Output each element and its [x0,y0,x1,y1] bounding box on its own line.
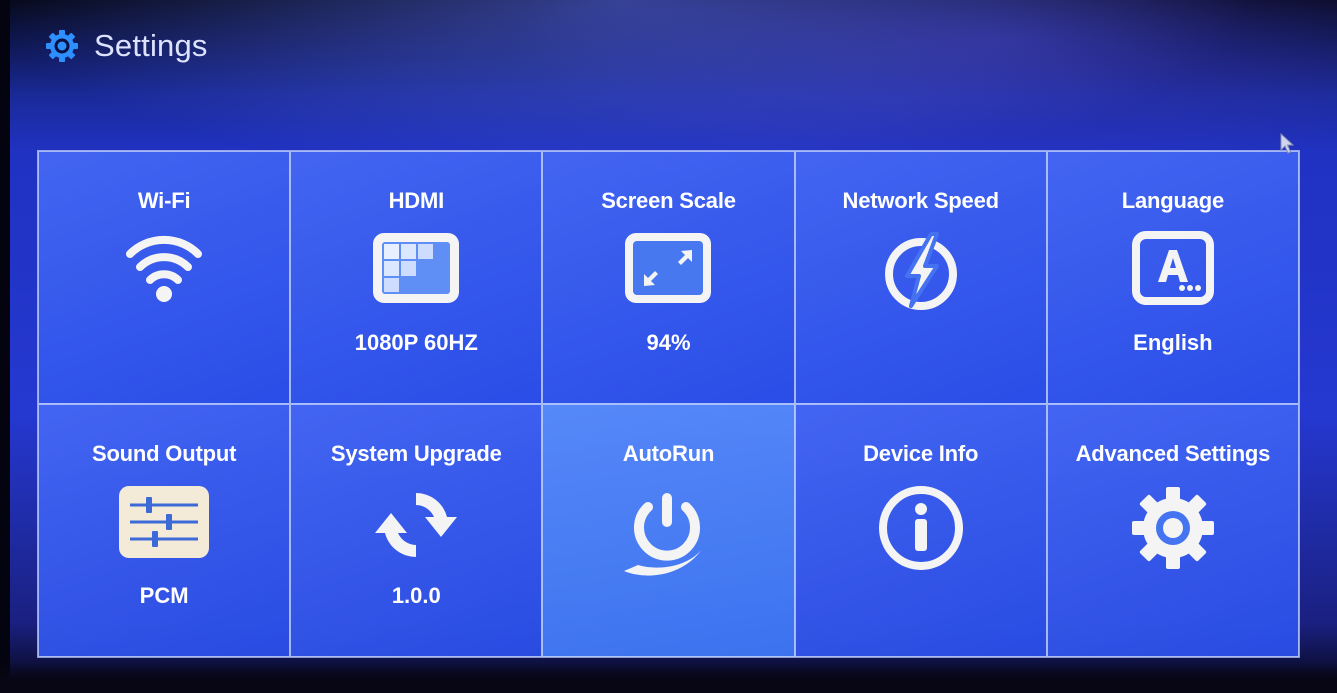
display-resolution-icon [370,230,462,306]
tile-language[interactable]: Language English [1046,151,1299,404]
page-title: Settings [94,28,208,63]
language-icon [1131,230,1215,306]
tile-value: PCM [139,583,189,608]
tile-wifi[interactable]: Wi-Fi [38,151,291,404]
tile-system-upgrade[interactable]: System Upgrade 1.0.0 [290,404,543,657]
screen-scale-icon [622,230,714,306]
tile-advanced-settings[interactable]: Advanced Settings [1046,404,1299,657]
tile-sound-output[interactable]: Sound Output PCM [38,404,291,657]
gear-icon [1128,483,1218,573]
wifi-icon [124,230,204,306]
info-icon [876,483,966,573]
tile-label: Screen Scale [601,188,736,213]
tile-value: English [1133,330,1213,355]
tile-value: 1080P 60HZ [354,330,478,355]
power-icon [618,483,718,583]
tile-hdmi[interactable]: HDMI 1080P 60HZ [290,151,543,404]
tile-label: Sound Output [91,441,237,466]
tile-autorun[interactable]: AutoRun [542,404,795,657]
tile-label: Advanced Settings [1075,441,1271,466]
settings-grid: Wi-Fi HDMI 1080P 60HZ Screen Scale 94% N… [37,150,1300,658]
gear-icon [44,28,80,64]
page-header: Settings [44,28,208,64]
tile-network-speed[interactable]: Network Speed [794,151,1047,404]
tile-label: AutoRun [622,441,715,466]
mouse-pointer-icon [1280,132,1296,160]
tile-label: HDMI [388,188,445,213]
tile-label: Device Info [863,441,979,466]
refresh-icon [371,483,461,567]
tile-device-info[interactable]: Device Info [794,404,1047,657]
tile-label: Language [1121,188,1225,213]
tile-label: Wi-Fi [137,188,191,213]
tile-value: 1.0.0 [391,583,441,608]
lightning-icon [879,230,963,314]
tile-label: System Upgrade [330,441,502,466]
tile-value: 94% [646,330,691,355]
settings-screen: Settings Wi-Fi HDMI 1080P 60HZ Screen Sc… [0,0,1337,693]
sliders-icon [116,483,212,561]
tile-screen-scale[interactable]: Screen Scale 94% [542,151,795,404]
tile-label: Network Speed [842,188,1000,213]
